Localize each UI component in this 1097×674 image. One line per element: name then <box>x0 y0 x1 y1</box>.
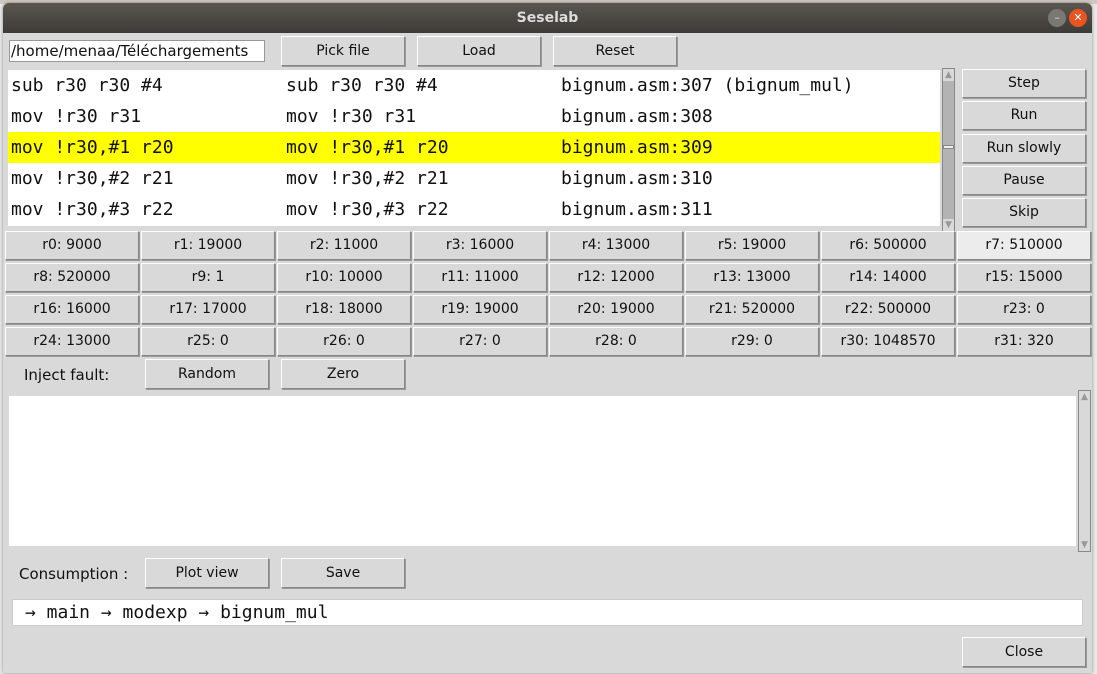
consumption-label: Consumption : <box>19 565 129 583</box>
listing-row[interactable]: sub r30 r30 #4 sub r30 r30 #4 bignum.asm:3… <box>8 70 940 101</box>
register-r19[interactable]: r19: 19000 <box>413 295 547 324</box>
scroll-down-icon[interactable]: ▼ <box>943 219 954 231</box>
listing-cell-c1: mov !r30,#2 r21 <box>11 168 174 189</box>
run-slowly-button[interactable]: Run slowly <box>962 133 1086 163</box>
register-r22[interactable]: r22: 500000 <box>821 295 955 324</box>
register-r6[interactable]: r6: 500000 <box>821 231 955 260</box>
listing-row[interactable]: mov !r30,#3 r22 mov !r30,#3 r22 bignum.asm… <box>8 194 940 225</box>
register-r21[interactable]: r21: 520000 <box>685 295 819 324</box>
register-r4[interactable]: r4: 13000 <box>549 231 683 260</box>
register-r18[interactable]: r18: 18000 <box>277 295 411 324</box>
listing-row[interactable]: mov !r30,#2 r21 mov !r30,#2 r21 bignum.asm… <box>8 163 940 194</box>
reset-button[interactable]: Reset <box>553 36 677 66</box>
scroll-up-icon[interactable]: ▲ <box>943 69 954 81</box>
register-r28[interactable]: r28: 0 <box>549 327 683 356</box>
register-r0[interactable]: r0: 9000 <box>5 231 139 260</box>
register-r20[interactable]: r20: 19000 <box>549 295 683 324</box>
listing-scrollbar[interactable]: ▲ ▼ <box>942 68 955 232</box>
skip-button[interactable]: Skip <box>962 198 1086 228</box>
inject-fault-label: Inject fault: <box>24 366 110 384</box>
random-fault-button[interactable]: Random <box>145 359 269 389</box>
output-text-area[interactable] <box>9 396 1076 546</box>
pause-button[interactable]: Pause <box>962 165 1086 195</box>
listing-cell-c3: bignum.asm:307 (bignum_mul) <box>561 75 854 96</box>
listing-cell-c1: sub r30 r30 #4 <box>11 75 163 96</box>
register-r27[interactable]: r27: 0 <box>413 327 547 356</box>
listing-row-current[interactable]: mov !r30,#1 r20 mov !r30,#1 r20 bignum.asm… <box>8 132 940 163</box>
listing-cell-c2: mov !r30,#2 r21 <box>286 168 449 189</box>
pick-file-button[interactable]: Pick file <box>281 36 405 66</box>
register-r29[interactable]: r29: 0 <box>685 327 819 356</box>
register-r1[interactable]: r1: 19000 <box>141 231 275 260</box>
listing-cell-c1: mov !r30 r31 <box>11 106 142 127</box>
listing-cell-c3: bignum.asm:309 <box>561 137 713 158</box>
listing-row[interactable]: mov !r30 r31 mov !r30 r31 bignum.asm:308 <box>8 101 940 132</box>
listing-cell-c1: mov !r30,#3 r22 <box>11 199 174 220</box>
register-r9[interactable]: r9: 1 <box>141 263 275 292</box>
register-r5[interactable]: r5: 19000 <box>685 231 819 260</box>
output-scrollbar[interactable]: ▲ ▼ <box>1078 390 1091 552</box>
listing-cell-c2: mov !r30 r31 <box>286 106 417 127</box>
register-r10[interactable]: r10: 10000 <box>277 263 411 292</box>
register-r23[interactable]: r23: 0 <box>957 295 1091 324</box>
register-r8[interactable]: r8: 520000 <box>5 263 139 292</box>
listing-cell-c3: bignum.asm:308 <box>561 106 713 127</box>
scroll-down-icon[interactable]: ▼ <box>1079 539 1090 551</box>
scroll-thumb[interactable] <box>943 145 954 149</box>
register-r17[interactable]: r17: 17000 <box>141 295 275 324</box>
register-r16[interactable]: r16: 16000 <box>5 295 139 324</box>
step-button[interactable]: Step <box>962 69 1086 98</box>
plot-view-button[interactable]: Plot view <box>145 558 269 588</box>
title-bar: Seselab <box>3 3 1092 33</box>
register-r7[interactable]: r7: 510000 <box>957 231 1091 260</box>
code-listing[interactable]: sub r30 r30 #4 sub r30 r30 #4 bignum.asm:3… <box>8 70 940 226</box>
listing-cell-c2: mov !r30,#3 r22 <box>286 199 449 220</box>
register-r26[interactable]: r26: 0 <box>277 327 411 356</box>
scroll-up-icon[interactable]: ▲ <box>1079 391 1090 403</box>
call-stack-display: → main → modexp → bignum_mul <box>12 599 1083 626</box>
listing-cell-c1: mov !r30,#1 r20 <box>11 137 174 158</box>
register-r13[interactable]: r13: 13000 <box>685 263 819 292</box>
file-path-input[interactable]: /home/menaa/Téléchargements <box>9 40 265 62</box>
close-button[interactable]: Close <box>962 637 1086 667</box>
register-r31[interactable]: r31: 320 <box>957 327 1091 356</box>
register-r15[interactable]: r15: 15000 <box>957 263 1091 292</box>
register-r12[interactable]: r12: 12000 <box>549 263 683 292</box>
listing-cell-c2: sub r30 r30 #4 <box>286 75 438 96</box>
window-title: Seselab <box>516 10 579 26</box>
minimize-icon[interactable]: – <box>1048 9 1066 27</box>
register-r11[interactable]: r11: 11000 <box>413 263 547 292</box>
register-r3[interactable]: r3: 16000 <box>413 231 547 260</box>
register-r25[interactable]: r25: 0 <box>141 327 275 356</box>
app-window: Seselab – ✕ /home/menaa/Téléchargements … <box>3 3 1092 673</box>
register-r2[interactable]: r2: 11000 <box>277 231 411 260</box>
listing-cell-c3: bignum.asm:311 <box>561 199 713 220</box>
listing-cell-c3: bignum.asm:310 <box>561 168 713 189</box>
register-r24[interactable]: r24: 13000 <box>5 327 139 356</box>
close-window-icon[interactable]: ✕ <box>1069 9 1087 27</box>
zero-fault-button[interactable]: Zero <box>281 359 405 389</box>
register-r14[interactable]: r14: 14000 <box>821 263 955 292</box>
register-r30[interactable]: r30: 1048570 <box>821 327 955 356</box>
run-button[interactable]: Run <box>962 101 1086 131</box>
load-button[interactable]: Load <box>417 36 541 66</box>
save-button[interactable]: Save <box>281 558 405 588</box>
listing-cell-c2: mov !r30,#1 r20 <box>286 137 449 158</box>
